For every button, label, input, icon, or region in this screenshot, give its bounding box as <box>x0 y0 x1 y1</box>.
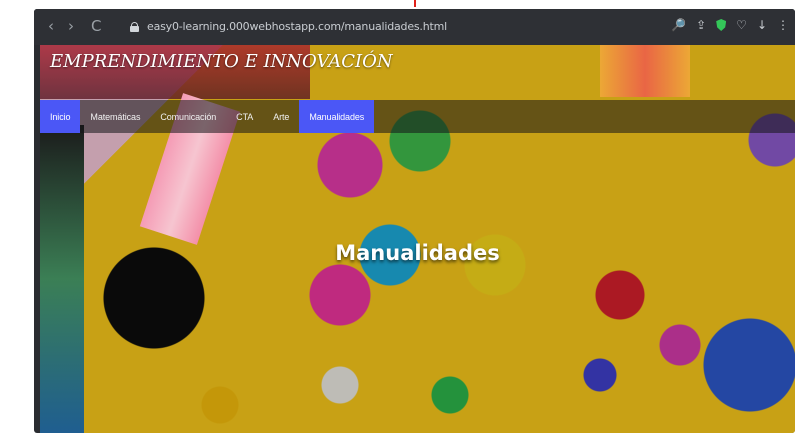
heart-icon[interactable]: ♡ <box>736 18 747 32</box>
menu-item-matematicas[interactable]: Matemáticas <box>80 100 150 133</box>
site-brand[interactable]: EMPRENDIMIENTO E INNOVACIÓN <box>50 51 393 72</box>
download-icon[interactable]: ↓ <box>757 18 767 32</box>
lock-icon <box>130 21 139 32</box>
menu-item-arte[interactable]: Arte <box>263 100 299 133</box>
main-menu: Inicio Matemáticas Comunicación CTA Arte… <box>40 100 795 133</box>
forward-icon[interactable]: › <box>68 17 74 35</box>
reload-icon[interactable]: C <box>91 17 101 35</box>
menu-item-manualidades[interactable]: Manualidades <box>299 100 375 133</box>
address-bar[interactable]: easy0-learning.000webhostapp.com/manuali… <box>130 20 447 33</box>
search-icon[interactable]: 🔎 <box>671 18 686 32</box>
browser-toolbar: ‹ › C easy0-learning.000webhostapp.com/m… <box>34 9 795 45</box>
craft-photo-top-right <box>600 45 690 97</box>
red-top-marker <box>414 0 416 7</box>
browser-extension-icons: 🔎 ⇪ ♡ ↓ ⋮ <box>671 18 789 32</box>
page-viewport: EMPRENDIMIENTO E INNOVACIÓN Inicio Matem… <box>40 45 795 433</box>
browser-window: ‹ › C easy0-learning.000webhostapp.com/m… <box>34 9 795 433</box>
shield-icon[interactable] <box>716 19 727 31</box>
craft-photo-left <box>40 125 84 433</box>
back-icon[interactable]: ‹ <box>48 17 54 35</box>
menu-item-comunicacion[interactable]: Comunicación <box>150 100 226 133</box>
url-text[interactable]: easy0-learning.000webhostapp.com/manuali… <box>147 20 447 33</box>
menu-item-inicio[interactable]: Inicio <box>40 100 81 133</box>
share-icon[interactable]: ⇪ <box>696 18 706 32</box>
hero-title: Manualidades <box>335 241 500 265</box>
menu-icon[interactable]: ⋮ <box>777 18 789 32</box>
menu-item-cta[interactable]: CTA <box>226 100 263 133</box>
